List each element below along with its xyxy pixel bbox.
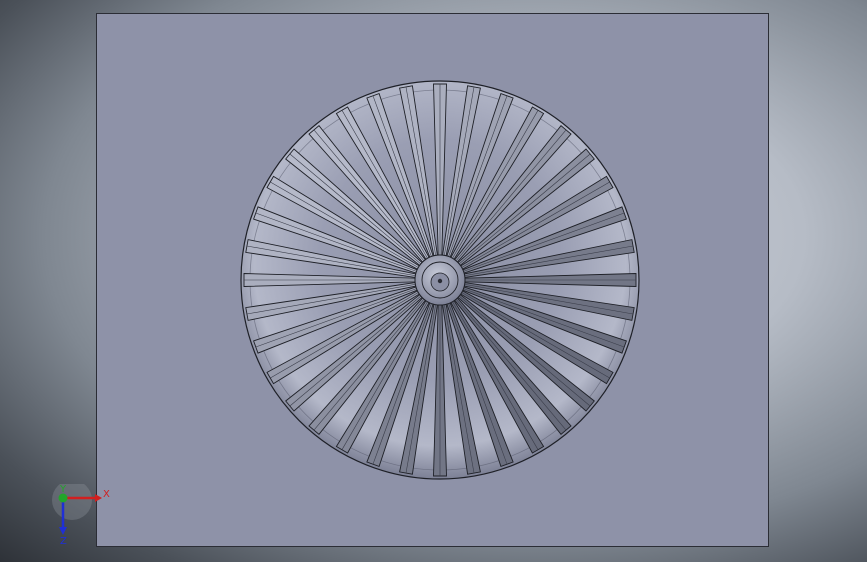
model-drawing[interactable]	[0, 0, 867, 562]
graphics-viewport[interactable]: Y X Z	[0, 0, 867, 562]
hub-hole	[437, 278, 443, 284]
y-axis-label: Y	[59, 484, 67, 495]
z-axis-arrow	[59, 527, 67, 535]
axis-triad: Y X Z	[52, 484, 110, 546]
triad-shadow	[52, 484, 92, 520]
z-axis-label: Z	[60, 536, 67, 546]
x-axis-label: X	[103, 489, 110, 500]
x-axis-arrow	[95, 494, 102, 502]
